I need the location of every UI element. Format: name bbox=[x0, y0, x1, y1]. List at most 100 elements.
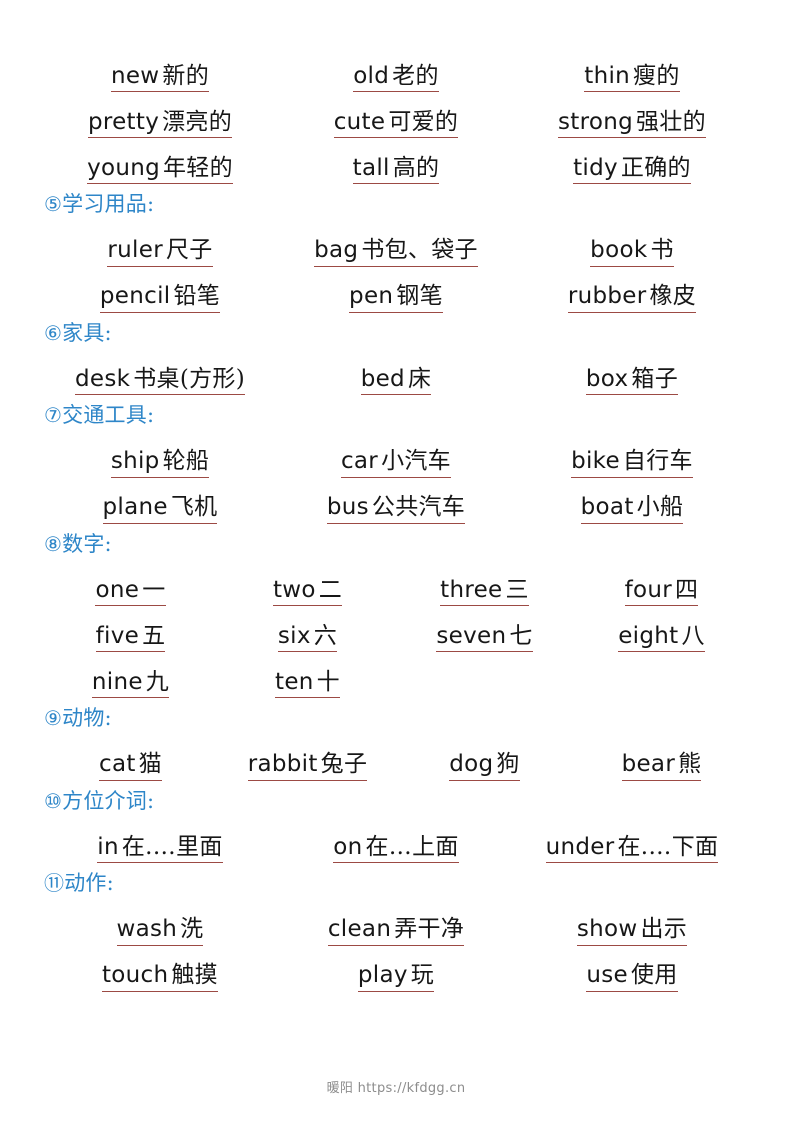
term-english: play bbox=[357, 962, 408, 989]
vocab-term-car: car 小汽车 bbox=[340, 448, 451, 478]
word-cell: in 在.…里面 bbox=[42, 817, 278, 864]
term-english: six bbox=[277, 622, 311, 649]
term-english: car bbox=[340, 448, 379, 475]
word-row: five 五 six 六 seven 七 eight 八 bbox=[42, 606, 750, 653]
word-cell: one 一 bbox=[42, 560, 219, 607]
word-cell: use 使用 bbox=[514, 946, 750, 992]
term-chinese: 洗 bbox=[180, 916, 204, 943]
vocab-term-new: new 新的 bbox=[110, 64, 210, 92]
term-english: bear bbox=[621, 751, 676, 778]
term-english: three bbox=[440, 576, 503, 603]
vocab-term-cute: cute 可爱的 bbox=[333, 108, 459, 138]
term-english: two bbox=[272, 576, 316, 603]
vocab-term-play: play 玩 bbox=[357, 962, 435, 992]
section-number: ⑨ bbox=[44, 706, 63, 731]
term-english: seven bbox=[436, 622, 507, 649]
vocab-term-on: on 在…上面 bbox=[333, 833, 459, 864]
word-cell: under 在.…下面 bbox=[514, 817, 750, 864]
vocab-term-ship: ship 轮船 bbox=[110, 448, 210, 478]
term-chinese: 年轻的 bbox=[163, 154, 233, 181]
word-cell: two 二 bbox=[219, 560, 396, 607]
word-cell: bear 熊 bbox=[573, 735, 750, 781]
term-english: five bbox=[95, 622, 140, 649]
term-english: wash bbox=[116, 916, 178, 943]
section-number: ⑦ bbox=[44, 403, 63, 428]
term-chinese: 狗 bbox=[496, 751, 520, 778]
vocab-term-tall: tall 高的 bbox=[352, 154, 440, 184]
section-heading-prepositions: ⑩方位介词: bbox=[42, 788, 750, 814]
vocab-term-bike: bike 自行车 bbox=[571, 448, 693, 478]
vocab-term-old: old 老的 bbox=[353, 64, 439, 92]
term-english: pencil bbox=[99, 283, 171, 310]
term-chinese: 九 bbox=[145, 668, 170, 695]
term-english: cute bbox=[333, 108, 386, 135]
word-cell: old 老的 bbox=[278, 46, 514, 92]
term-english: young bbox=[87, 154, 160, 181]
term-chinese: 小船 bbox=[636, 494, 684, 521]
section-actions: ⑪动作: wash 洗 clean 弄干净 show 出示 touch 触摸 play 玩 use 使用 bbox=[42, 871, 750, 992]
word-cell: bag 书包、袋子 bbox=[278, 221, 514, 267]
word-row: young 年轻的 tall 高的 tidy 正确的 bbox=[42, 138, 750, 184]
section-number: ⑤ bbox=[44, 192, 63, 216]
term-chinese: 自行车 bbox=[622, 448, 693, 475]
section-number: ⑩ bbox=[44, 788, 63, 813]
section-prepositions: ⑩方位介词: in 在.…里面 on 在…上面 under 在.…下面 bbox=[42, 788, 750, 864]
word-row: desk 书桌(方形) bed 床 box 箱子 bbox=[42, 349, 750, 396]
term-chinese: 瘦的 bbox=[633, 62, 680, 89]
term-chinese: 十 bbox=[316, 668, 340, 695]
vocab-term-dog: dog 狗 bbox=[449, 751, 520, 781]
term-english: show bbox=[576, 916, 638, 943]
word-cell: cute 可爱的 bbox=[278, 92, 514, 138]
word-cell: strong 强壮的 bbox=[514, 92, 750, 138]
section-animals: ⑨动物: cat 猫 rabbit 兔子 dog 狗 bear 熊 bbox=[42, 706, 750, 781]
word-cell: dog 狗 bbox=[396, 735, 573, 781]
vocab-term-rabbit: rabbit 兔子 bbox=[247, 751, 368, 781]
term-chinese: 弄干净 bbox=[394, 916, 465, 943]
term-english: nine bbox=[91, 668, 143, 695]
section-label: 动作: bbox=[64, 871, 114, 896]
term-chinese: 可爱的 bbox=[388, 108, 459, 135]
term-chinese: 箱子 bbox=[631, 365, 678, 392]
vocab-term-six: six 六 bbox=[277, 622, 338, 653]
vocab-term-in: in 在.…里面 bbox=[97, 835, 223, 864]
word-cell: box 箱子 bbox=[514, 349, 750, 396]
word-cell: six 六 bbox=[219, 606, 396, 653]
word-cell: ten 十 bbox=[219, 652, 396, 699]
section-adjectives: new 新的 old 老的 thin 瘦的 pretty 漂亮的 cute 可爱的 strong 强壮… bbox=[42, 46, 750, 184]
vocab-term-thin: thin 瘦的 bbox=[584, 62, 680, 92]
vocab-term-wash: wash 洗 bbox=[116, 916, 204, 946]
word-cell: bus 公共汽车 bbox=[278, 478, 514, 524]
term-english: dog bbox=[449, 751, 494, 778]
section-transport: ⑦交通工具: ship 轮船 car 小汽车 bike 自行车 plane 飞机 bus 公共汽车 b… bbox=[42, 403, 750, 524]
term-english: thin bbox=[584, 62, 631, 89]
word-row: one 一 two 二 three 三 four 四 bbox=[42, 560, 750, 607]
vocab-term-nine: nine 九 bbox=[91, 668, 170, 699]
term-chinese: 猫 bbox=[138, 751, 162, 778]
term-english: cat bbox=[99, 751, 136, 778]
vocab-term-box: box 箱子 bbox=[585, 365, 678, 396]
term-chinese: 漂亮的 bbox=[162, 108, 233, 135]
term-english: boat bbox=[580, 494, 634, 521]
term-chinese: 书包、袋子 bbox=[361, 237, 478, 264]
term-english: book bbox=[590, 237, 648, 264]
term-english: tall bbox=[352, 154, 390, 181]
term-english: old bbox=[353, 62, 390, 89]
word-row: new 新的 old 老的 thin 瘦的 bbox=[42, 46, 750, 92]
word-cell: play 玩 bbox=[278, 946, 514, 992]
vocab-term-bear: bear 熊 bbox=[621, 751, 702, 781]
term-chinese: 在…上面 bbox=[365, 833, 459, 860]
term-english: pretty bbox=[87, 108, 160, 135]
term-english: under bbox=[545, 833, 615, 860]
vocab-term-cat: cat 猫 bbox=[99, 751, 162, 781]
word-cell: eight 八 bbox=[573, 606, 750, 653]
section-label: 动物: bbox=[62, 706, 112, 731]
term-english: pen bbox=[349, 283, 394, 310]
word-row: in 在.…里面 on 在…上面 under 在.…下面 bbox=[42, 817, 750, 864]
term-english: ship bbox=[110, 448, 160, 475]
word-cell: young 年轻的 bbox=[42, 138, 278, 184]
word-row: wash 洗 clean 弄干净 show 出示 bbox=[42, 900, 750, 946]
term-english: rabbit bbox=[247, 751, 318, 778]
word-row: plane 飞机 bus 公共汽车 boat 小船 bbox=[42, 478, 750, 524]
term-english: touch bbox=[101, 962, 169, 989]
vocab-term-boat: boat 小船 bbox=[580, 494, 684, 524]
